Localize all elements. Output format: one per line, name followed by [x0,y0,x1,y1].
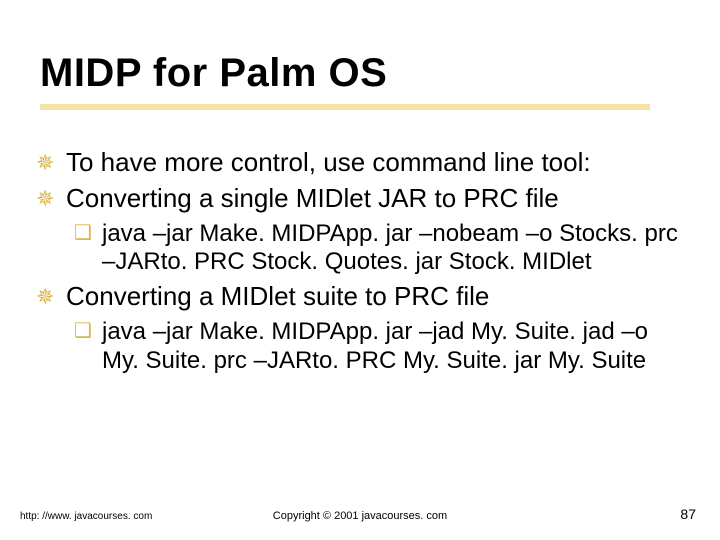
bullet-level2: ❑ java –jar Make. MIDPApp. jar –jad My. … [66,318,684,375]
bullet-level1: ✵ Converting a MIDlet suite to PRC file [36,282,684,312]
title-area: MIDP for Palm OS [40,52,650,110]
slide: MIDP for Palm OS ✵ To have more control,… [0,0,720,540]
sub-bullet-icon: ❑ [74,222,92,246]
bullet-text: java –jar Make. MIDPApp. jar –jad My. Su… [102,318,648,373]
bullet-icon: ✵ [36,186,54,211]
slide-title: MIDP for Palm OS [40,52,650,94]
footer-copyright: Copyright © 2001 javacourses. com [0,510,720,522]
bullet-text: To have more control, use command line t… [66,147,591,177]
bullet-level1: ✵ Converting a single MIDlet JAR to PRC … [36,184,684,214]
bullet-level1: ✵ To have more control, use command line… [36,148,684,178]
bullet-text: Converting a single MIDlet JAR to PRC fi… [66,183,559,213]
body-area: ✵ To have more control, use command line… [36,148,684,381]
bullet-icon: ✵ [36,284,54,309]
title-underline [40,104,650,110]
bullet-level2: ❑ java –jar Make. MIDPApp. jar –nobeam –… [66,220,684,277]
bullet-icon: ✵ [36,150,54,175]
footer-page: 87 [680,506,696,522]
bullet-text: Converting a MIDlet suite to PRC file [66,281,489,311]
bullet-text: java –jar Make. MIDPApp. jar –nobeam –o … [102,220,678,275]
sub-bullet-icon: ❑ [74,320,92,344]
